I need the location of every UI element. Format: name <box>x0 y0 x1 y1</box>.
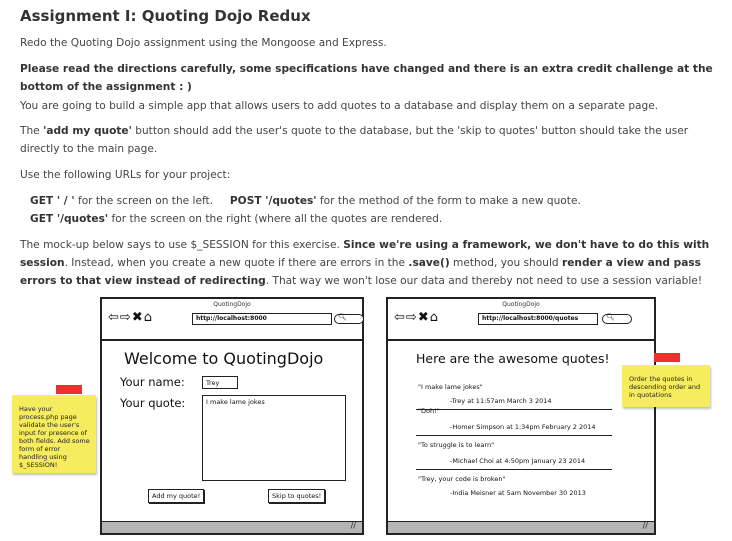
route-get-quotes: GET '/quotes' <box>30 213 109 225</box>
quote-divider <box>416 435 612 436</box>
search-icon: 🔍︎ <box>606 313 615 321</box>
route-get-root-desc: for the screen on the left. <box>74 195 214 207</box>
intro-text: Redo the Quoting Dojo assignment using t… <box>20 37 387 49</box>
add-quote-paragraph: The 'add my quote' button should add the… <box>20 122 720 158</box>
name-field: Trey <box>202 376 238 389</box>
quote-author: -Homer Simpson at 1:34pm February 2 2014 <box>450 423 596 431</box>
quote-author: -Trey at 11:57am March 3 2014 <box>450 397 552 405</box>
nav-icons: ⇦⇨✖⌂ <box>394 310 439 325</box>
url-bar: http://localhost:8000/quotes <box>478 313 598 325</box>
add-quote-button: Add my quote! <box>148 489 205 503</box>
welcome-heading: Welcome to QuotingDojo <box>124 349 324 368</box>
add-quote-label: 'add my quote' <box>43 125 132 137</box>
assignment-heading: Assignment I: Quoting Dojo Redux <box>20 7 311 25</box>
search-icon: 🔍︎ <box>338 313 347 321</box>
forward-arrow-icon: ⇨ <box>405 310 418 325</box>
nav-icons: ⇦⇨✖⌂ <box>108 310 153 325</box>
resize-grip-icon: // <box>642 521 648 530</box>
quote-label: Your quote: <box>120 396 186 410</box>
route-post-quotes: POST '/quotes' <box>229 195 317 207</box>
route-get-quotes-desc: for the screen on the right (where all t… <box>108 213 443 225</box>
use-urls-text: Use the following URLs for your project: <box>20 169 231 181</box>
mockup-text-c: . Instead, when you create a new quote i… <box>64 257 409 269</box>
toolbar-divider <box>102 339 362 341</box>
build-text: You are going to build a simple app that… <box>20 100 659 112</box>
quote-text: "To struggle is to learn" <box>418 441 495 449</box>
mockup-browser-form: QuotingDojo ⇦⇨✖⌂ http://localhost:8000 🔍… <box>100 297 364 535</box>
browser-title: QuotingDojo <box>213 301 251 308</box>
status-bar: // <box>102 521 362 533</box>
quote-author: -India Meisner at 5am November 30 2013 <box>450 489 586 497</box>
browser-toolbar: ⇦⇨✖⌂ http://localhost:8000/quotes 🔍︎ <box>394 308 648 328</box>
close-icon: ✖ <box>417 310 430 325</box>
route-get-root: GET ' / ' <box>30 195 75 207</box>
back-arrow-icon: ⇦ <box>394 310 406 325</box>
home-icon: ⌂ <box>143 310 153 325</box>
close-icon: ✖ <box>131 310 144 325</box>
sticky-tape <box>654 353 680 362</box>
toolbar-divider <box>388 339 654 341</box>
name-label: Your name: <box>120 375 185 389</box>
back-arrow-icon: ⇦ <box>108 310 120 325</box>
mockup-browser-quotes: QuotingDojo ⇦⇨✖⌂ http://localhost:8000/q… <box>386 297 656 535</box>
url-bar: http://localhost:8000 <box>192 313 332 325</box>
resize-grip-icon: // <box>350 521 356 530</box>
browser-title: QuotingDojo <box>502 301 540 308</box>
status-bar: // <box>388 521 654 533</box>
quote-divider <box>416 469 612 470</box>
skip-quotes-button: Skip to quotes! <box>268 489 326 503</box>
sticky-tape <box>56 385 82 394</box>
notice-text: Please read the directions carefully, so… <box>20 63 713 93</box>
browser-toolbar: ⇦⇨✖⌂ http://localhost:8000 🔍︎ <box>108 308 364 328</box>
route-post-quotes-desc: for the method of the form to make a new… <box>316 195 581 207</box>
quotes-heading: Here are the awesome quotes! <box>416 351 610 366</box>
mockup-paragraph: The mock-up below says to use $_SESSION … <box>20 236 720 290</box>
add-quote-pre: The <box>20 125 44 137</box>
quote-text: "Trey, your code is broken" <box>418 475 506 483</box>
quote-text: "Doh!" <box>418 407 440 415</box>
forward-arrow-icon: ⇨ <box>119 310 132 325</box>
quote-author: -Michael Choi at 4:50pm January 23 2014 <box>450 457 586 465</box>
sticky-note-validation: Have your process.php page validate the … <box>12 395 96 473</box>
mockup-text-a: The mock-up below says to use $_SESSION … <box>20 239 344 251</box>
home-icon: ⌂ <box>429 310 439 325</box>
search-box: 🔍︎ <box>602 313 632 324</box>
quote-field: I make lame jokes <box>202 395 346 481</box>
mockup-text-e: method, you should <box>449 257 562 269</box>
search-box: 🔍︎ <box>334 313 364 324</box>
quote-text: "I make lame jokes" <box>418 383 483 391</box>
mockup-text-save: .save() <box>408 257 450 269</box>
mockup-text-g: . That way we won't lose our data and th… <box>265 275 703 287</box>
route-line-1: GET ' / ' for the screen on the left. PO… <box>30 192 730 210</box>
route-line-2: GET '/quotes' for the screen on the righ… <box>30 210 730 228</box>
sticky-note-order: Order the quotes in descending order and… <box>622 365 710 407</box>
quote-divider <box>416 409 612 410</box>
